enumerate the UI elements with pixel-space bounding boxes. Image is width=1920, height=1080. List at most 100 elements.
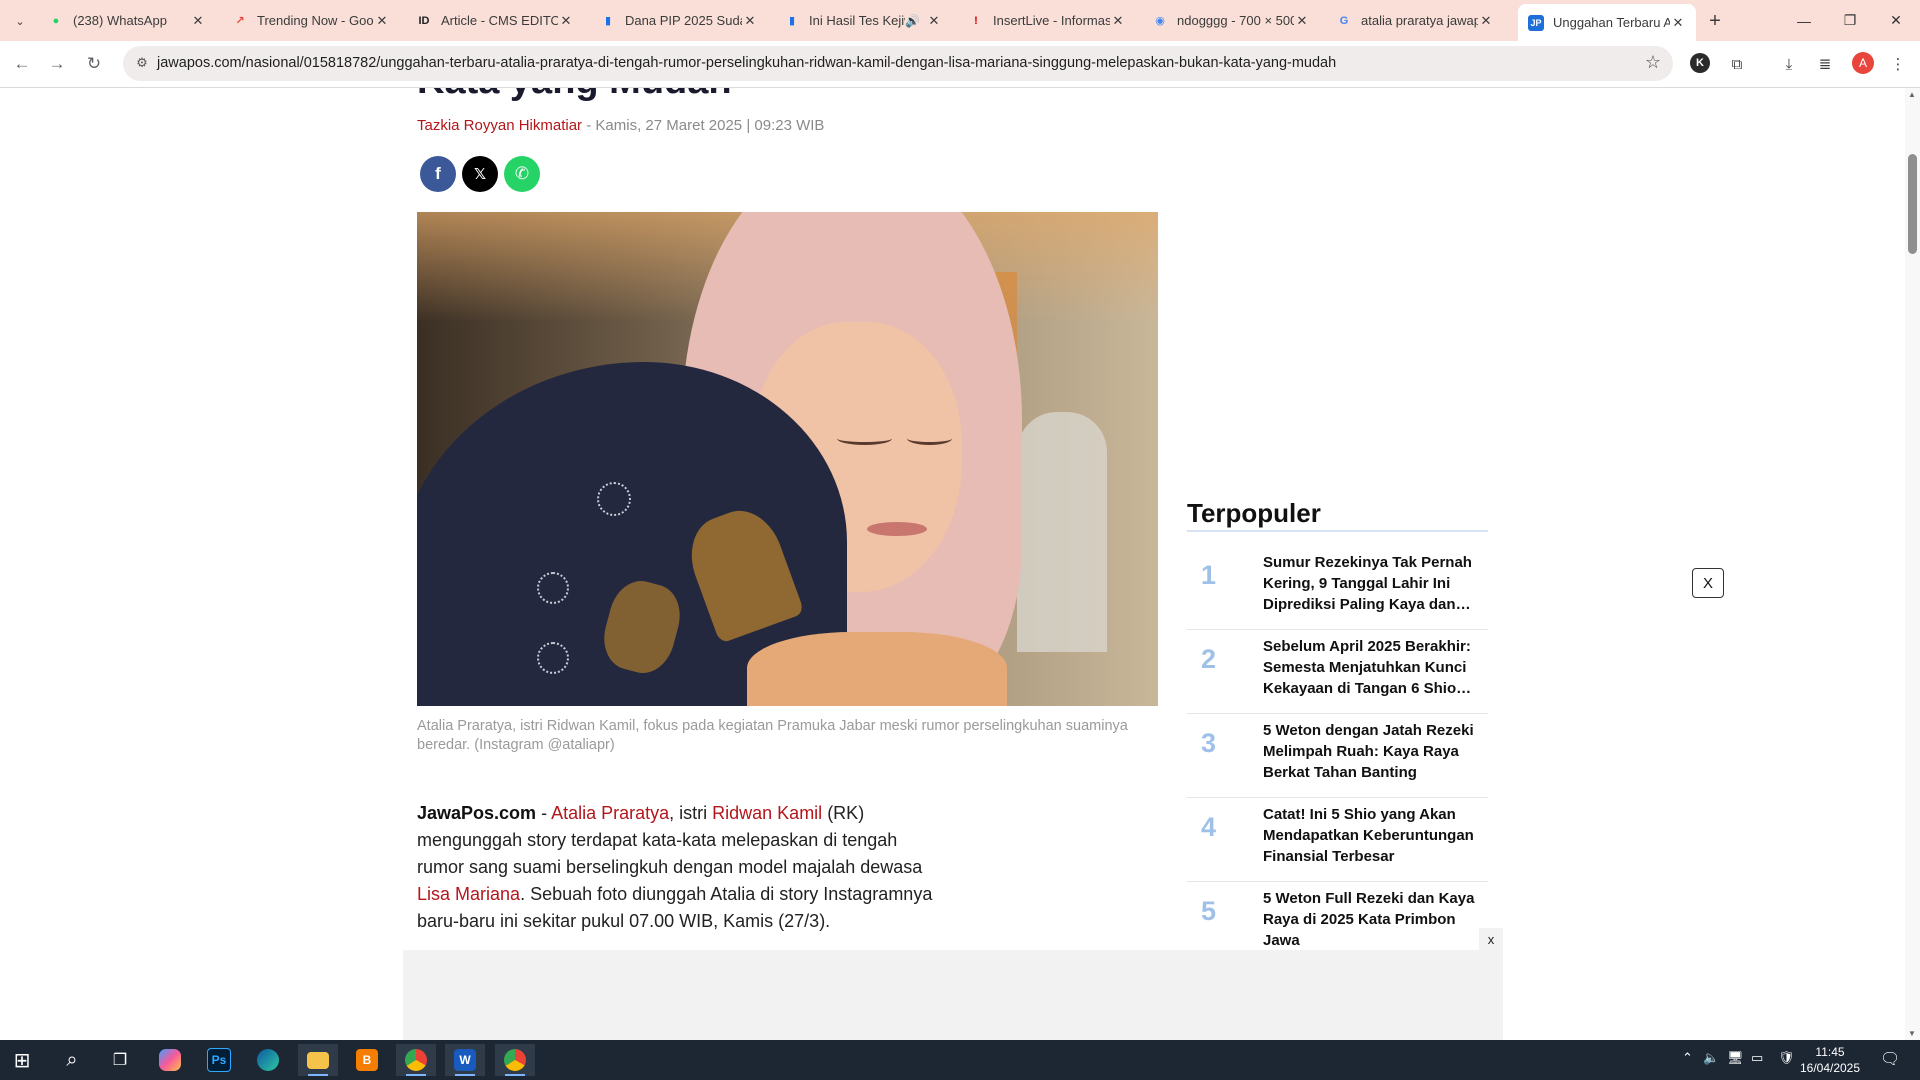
start-button[interactable]: ⊞ [2,1044,42,1076]
url-text[interactable]: jawapos.com/nasional/015818782/unggahan-… [157,55,1336,71]
x-share-button[interactable]: 𝕏 [462,156,498,192]
tab-whatsapp[interactable]: ● (238) WhatsApp ✕ [38,4,216,37]
popular-title[interactable]: 5 Weton Full Rezeki dan Kaya Raya di 202… [1263,888,1478,951]
article-body: JawaPos.com - Atalia Praratya, istri Rid… [417,800,947,935]
close-icon[interactable]: ✕ [558,13,574,29]
bottom-ad-close-button[interactable]: x [1479,928,1503,950]
article-hero-image [417,212,1158,706]
file-explorer-icon [307,1051,329,1069]
tab-title: Trending Now - Google [257,13,374,28]
scroll-up-arrow-icon[interactable]: ▲ [1908,90,1916,99]
page-scrollbar[interactable]: ▲ ▼ [1905,88,1920,1040]
whatsapp-icon: ● [52,14,60,27]
link-atalia-praratya[interactable]: Atalia Praratya [551,803,669,823]
author-link[interactable]: Tazkia Royyan Hikmatiar [417,117,582,134]
web-icon: ◉ [1155,15,1165,27]
volume-icon[interactable]: 🔈 [1703,1050,1719,1066]
tab-ndogggg[interactable]: ◉ ndogggg - 700 × 500 ✕ [1142,4,1320,37]
scroll-down-arrow-icon[interactable]: ▼ [1908,1029,1916,1038]
article-headline: Kata yang Mudah [417,88,732,103]
extensions-icon[interactable]: ⧉ [1723,50,1751,78]
close-icon[interactable]: ✕ [1294,13,1310,29]
popular-title[interactable]: 5 Weton dengan Jatah Rezeki Melimpah Rua… [1263,720,1478,783]
popular-item[interactable]: 1 Sumur Rezekinya Tak Pernah Kering, 9 T… [1187,546,1488,630]
popular-title[interactable]: Sebelum April 2025 Berakhir: Semesta Men… [1263,636,1478,699]
notification-icon[interactable]: 🗨 [1880,1049,1900,1069]
tab-cms-editor[interactable]: ID Article - CMS EDITOR ✕ [406,4,584,37]
restore-button[interactable]: ❐ [1828,0,1872,41]
brand-name: JawaPos.com [417,803,537,823]
close-window-button[interactable]: ✕ [1874,0,1918,41]
site-info-icon[interactable]: ⚙ [133,54,151,72]
tab-jawapos-active[interactable]: JP Unggahan Terbaru Atalia ✕ [1518,4,1696,41]
extension-k-icon[interactable]: K [1690,53,1710,73]
copilot-app[interactable] [150,1044,190,1076]
tab-title: Article - CMS EDITOR [441,13,558,28]
back-button[interactable]: ← [8,50,36,78]
tab-search-menu-button[interactable]: ⌄ [8,9,32,33]
link-lisa-mariana[interactable]: Lisa Mariana [417,884,520,904]
media-control-icon[interactable]: ≣ [1811,50,1839,78]
tab-dana-pip[interactable]: ▮ Dana PIP 2025 Sudah ✕ [590,4,768,37]
chrome-alt-icon [504,1049,526,1071]
minimize-button[interactable]: — [1782,0,1826,41]
edge-app[interactable] [248,1044,288,1076]
forward-button[interactable]: → [43,50,71,78]
new-tab-button[interactable]: + [1702,8,1728,34]
speaker-icon[interactable]: 🔊 [905,14,920,28]
popular-item[interactable]: 3 5 Weton dengan Jatah Rezeki Melimpah R… [1187,714,1488,798]
popular-item[interactable]: 4 Catat! Ini 5 Shio yang Akan Mendapatka… [1187,798,1488,882]
task-view-button[interactable]: ❐ [100,1044,140,1076]
windows-logo-icon: ⊞ [13,1049,31,1072]
menu-icon[interactable]: ⋮ [1884,50,1912,78]
edge-icon [257,1049,279,1071]
display-icon[interactable]: ▭ [1751,1050,1763,1066]
tab-google-search[interactable]: G atalia praratya jawapos ✕ [1326,4,1504,37]
image-caption: Atalia Praratya, istri Ridwan Kamil, fok… [417,718,1128,753]
windows-taskbar: ⊞ ⌕ ❐ Ps B W ⌃ 🔈 🖥 ▭ 🛡 11:45 16/04/2025 … [0,1040,1920,1080]
scrollbar-thumb[interactable] [1908,154,1917,254]
doc-icon: ▮ [604,15,612,27]
search-icon: ⌕ [66,1048,78,1071]
article-byline: Tazkia Royyan Hikmatiar - Kamis, 27 Mare… [417,117,824,134]
system-clock[interactable]: 11:45 16/04/2025 [1775,1044,1885,1076]
task-view-icon: ❐ [112,1052,128,1069]
download-icon[interactable]: ⤓ [1775,50,1803,78]
tab-insertlive[interactable]: ! InsertLive - Informasi ✕ [958,4,1136,37]
chrome-app[interactable] [396,1044,436,1076]
close-icon[interactable]: ✕ [1670,15,1686,31]
network-icon[interactable]: 🖥 [1727,1050,1744,1066]
photoshop-icon: Ps [207,1048,231,1072]
floating-ad-close-button[interactable]: X [1692,568,1724,598]
address-bar[interactable]: ⚙ jawapos.com/nasional/015818782/unggaha… [123,46,1673,81]
tab-hasil-tes[interactable]: ▮ Ini Hasil Tes Kejiwaan 🔊 ✕ [774,4,952,37]
whatsapp-share-button[interactable]: ✆ [504,156,540,192]
word-app[interactable]: W [445,1044,485,1076]
close-icon[interactable]: ✕ [742,13,758,29]
file-explorer-app[interactable] [298,1044,338,1076]
bottom-ad-banner[interactable] [403,950,1503,1040]
clock-date: 16/04/2025 [1799,1061,1861,1075]
link-ridwan-kamil[interactable]: Ridwan Kamil [712,803,822,823]
close-icon[interactable]: ✕ [1110,13,1126,29]
search-button[interactable]: ⌕ [52,1044,92,1076]
popular-rank: 2 [1201,644,1217,674]
popular-title[interactable]: Sumur Rezekinya Tak Pernah Kering, 9 Tan… [1263,552,1478,615]
close-icon[interactable]: ✕ [1478,13,1494,29]
x-icon: 𝕏 [473,166,487,183]
blogger-app[interactable]: B [347,1044,387,1076]
tray-overflow-icon[interactable]: ⌃ [1682,1050,1693,1066]
close-icon[interactable]: ✕ [190,13,206,29]
chrome-alt-app[interactable] [495,1044,535,1076]
popular-item[interactable]: 2 Sebelum April 2025 Berakhir: Semesta M… [1187,630,1488,714]
whatsapp-icon: ✆ [514,164,530,183]
facebook-share-button[interactable]: f [420,156,456,192]
close-icon[interactable]: ✕ [374,13,390,29]
bookmark-star-icon[interactable]: ☆ [1645,52,1661,73]
popular-title[interactable]: Catat! Ini 5 Shio yang Akan Mendapatkan … [1263,804,1478,867]
profile-avatar[interactable]: A [1852,52,1874,74]
photoshop-app[interactable]: Ps [199,1044,239,1076]
tab-trending[interactable]: ↗ Trending Now - Google ✕ [222,4,400,37]
close-icon[interactable]: ✕ [926,13,942,29]
reload-button[interactable]: ↻ [80,50,108,78]
